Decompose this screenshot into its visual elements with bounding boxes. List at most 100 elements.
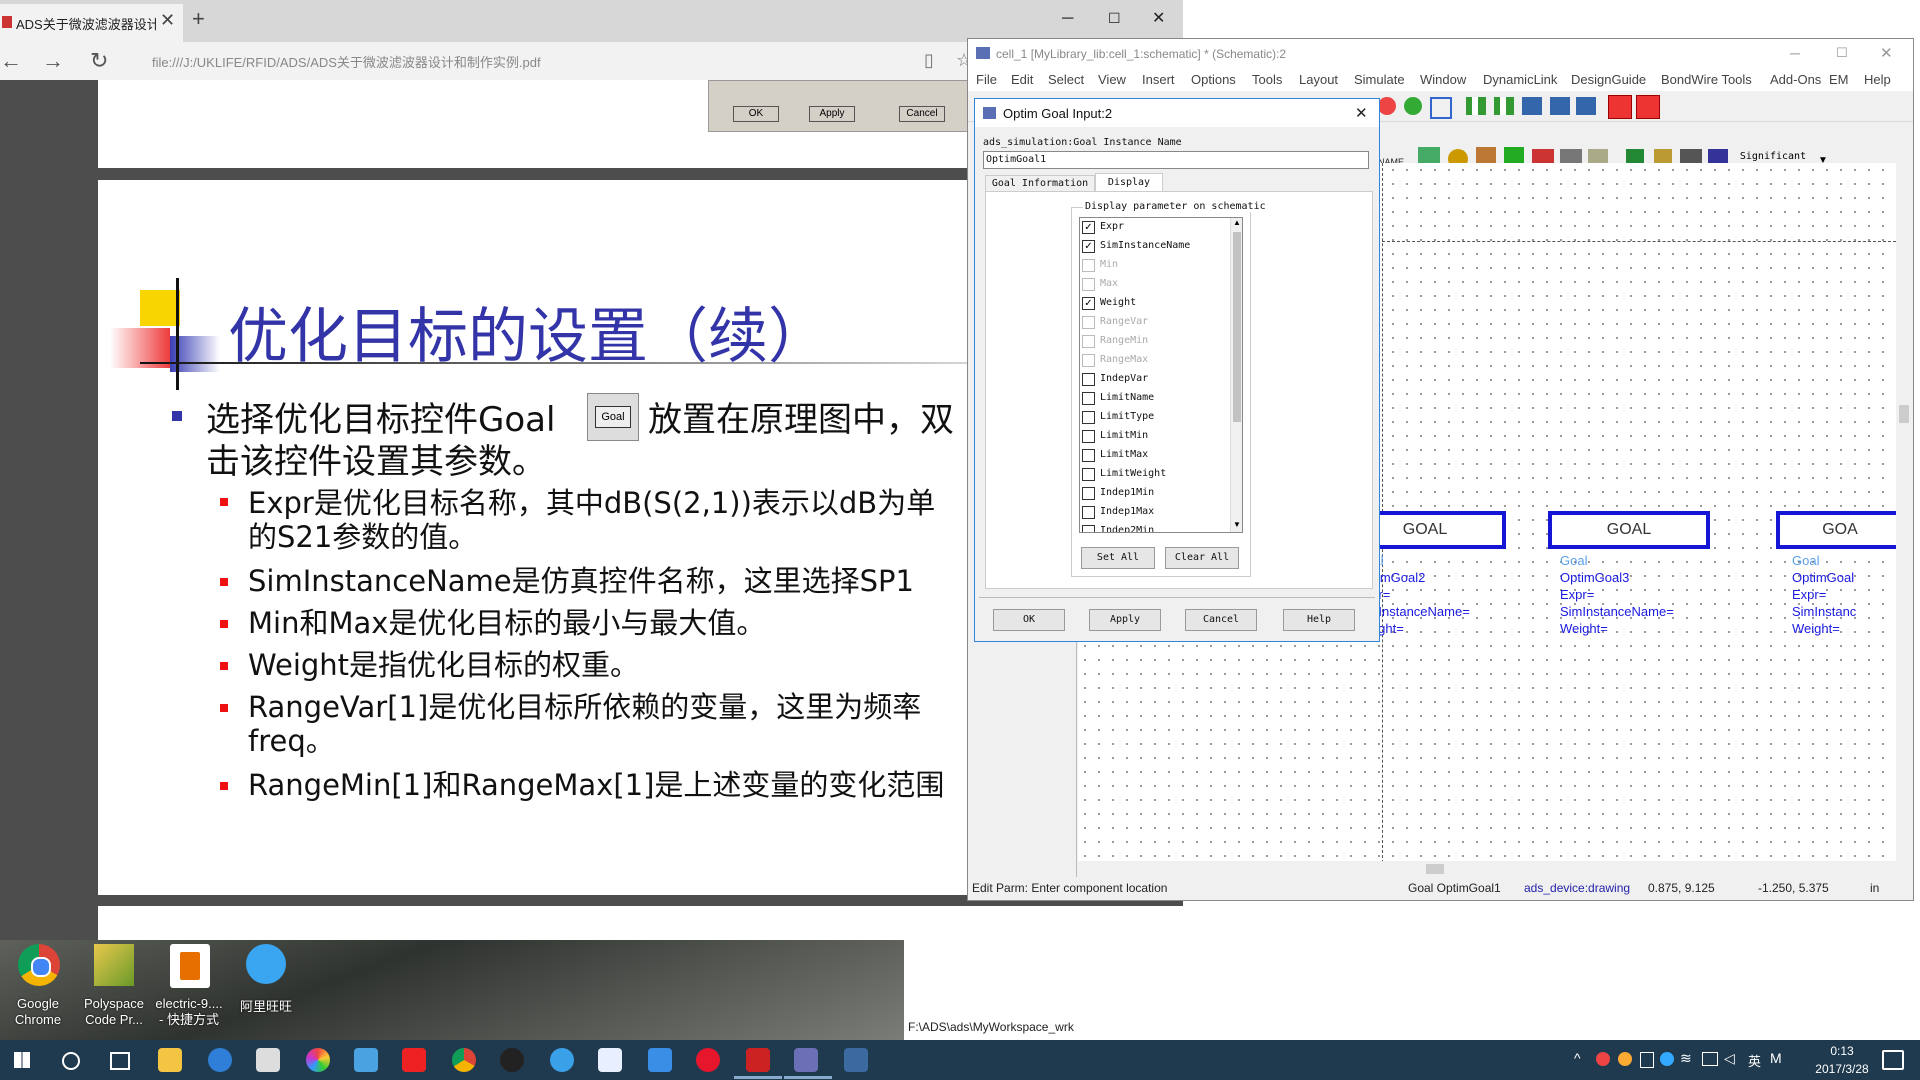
tune-icon[interactable] <box>1404 97 1422 115</box>
close-window-icon[interactable]: ✕ <box>1152 8 1165 28</box>
rotate-icon[interactable] <box>1576 97 1596 115</box>
calc-taskbar-icon[interactable] <box>844 1048 868 1072</box>
param-checkbox[interactable] <box>1082 411 1095 424</box>
instance-name-field[interactable]: OptimGoal1 <box>983 151 1369 169</box>
menu-help[interactable]: Help <box>1864 72 1891 87</box>
scroll-thumb[interactable] <box>1233 232 1241 422</box>
param-checkbox[interactable] <box>1082 468 1095 481</box>
back-icon[interactable]: ← <box>0 48 22 74</box>
close-window-icon[interactable]: ✕ <box>1880 44 1893 62</box>
menu-em[interactable]: EM <box>1829 72 1849 87</box>
refresh-icon[interactable]: ↻ <box>90 48 108 74</box>
param-row[interactable]: LimitWeight <box>1082 467 1228 483</box>
short-icon[interactable] <box>1636 95 1660 119</box>
menu-designguide[interactable]: DesignGuide <box>1571 72 1646 87</box>
tray-app-icon[interactable] <box>1660 1052 1674 1066</box>
param-row[interactable]: ✓ Expr <box>1082 220 1228 236</box>
weibo-icon[interactable] <box>696 1048 720 1072</box>
menu-select[interactable]: Select <box>1048 72 1084 87</box>
reading-view-icon[interactable]: ▯ <box>924 50 934 71</box>
param-row[interactable]: LimitMax <box>1082 448 1228 464</box>
chrome-taskbar-icon[interactable] <box>452 1048 476 1072</box>
menu-tools[interactable]: Tools <box>1252 72 1282 87</box>
menu-file[interactable]: File <box>976 72 997 87</box>
param-listbox[interactable]: ▲ ▼ ✓ Expr ✓ SimInstanceName Min Max ✓ Weight Ra… <box>1079 217 1243 533</box>
forward-icon[interactable]: → <box>42 48 64 74</box>
mirror-icon[interactable] <box>1550 97 1570 115</box>
horizontal-scrollbar[interactable] <box>1078 861 1896 877</box>
new-tab-icon[interactable]: + <box>192 6 205 32</box>
listbox-scrollbar[interactable]: ▲ ▼ <box>1230 218 1242 532</box>
desktop-icon-electric[interactable]: electric-9.... - 快捷方式 <box>154 944 224 1028</box>
param-row[interactable]: ✓ Weight <box>1082 296 1228 312</box>
param-row[interactable]: LimitMin <box>1082 429 1228 445</box>
param-checkbox[interactable]: ✓ <box>1082 297 1095 310</box>
swap-icon[interactable] <box>1522 97 1542 115</box>
clock-time[interactable]: 0:13 <box>1812 1044 1872 1058</box>
baidu-cloud-icon[interactable] <box>648 1048 672 1072</box>
help-button[interactable]: Help <box>1283 609 1355 631</box>
vertical-scrollbar[interactable] <box>1896 163 1912 877</box>
param-checkbox[interactable] <box>1082 525 1095 532</box>
windows-start-icon[interactable] <box>14 1052 30 1068</box>
notification-icon[interactable] <box>1882 1050 1904 1070</box>
menu-edit[interactable]: Edit <box>1011 72 1033 87</box>
sim-icon[interactable] <box>1378 97 1396 115</box>
minimize-icon[interactable]: ─ <box>1062 10 1073 28</box>
schematic-taskbar-icon[interactable] <box>794 1048 818 1072</box>
param-row[interactable]: LimitName <box>1082 391 1228 407</box>
param-checkbox[interactable] <box>1082 373 1095 386</box>
ie-icon[interactable] <box>550 1048 574 1072</box>
store-icon[interactable] <box>256 1048 280 1072</box>
volume-icon[interactable]: ◁ <box>1724 1050 1735 1067</box>
close-tab-icon[interactable]: ✕ <box>160 10 175 31</box>
param-checkbox[interactable]: ✓ <box>1082 221 1095 234</box>
apply-button[interactable]: Apply <box>1089 609 1161 631</box>
param-row[interactable]: LimitType <box>1082 410 1228 426</box>
feedback-icon[interactable] <box>598 1048 622 1072</box>
ime-mode-icon[interactable]: M <box>1770 1050 1782 1066</box>
menu-dynamiclink[interactable]: DynamicLink <box>1483 72 1557 87</box>
menu-view[interactable]: View <box>1098 72 1126 87</box>
menu-add-ons[interactable]: Add-Ons <box>1770 72 1821 87</box>
cancel-button[interactable]: Cancel <box>1185 609 1257 631</box>
ok-button[interactable]: OK <box>993 609 1065 631</box>
minimize-icon[interactable]: ─ <box>1790 45 1800 61</box>
chevron-down-icon[interactable]: ▼ <box>1233 520 1241 529</box>
menu-options[interactable]: Options <box>1191 72 1236 87</box>
wifi-icon[interactable]: ≋ <box>1680 1050 1692 1067</box>
param-checkbox[interactable] <box>1082 506 1095 519</box>
param-row[interactable]: ✓ SimInstanceName <box>1082 239 1228 255</box>
menu-insert[interactable]: Insert <box>1142 72 1175 87</box>
menu-simulate[interactable]: Simulate <box>1354 72 1405 87</box>
network-icon[interactable] <box>1702 1052 1718 1066</box>
browser-tab[interactable]: ADS关于微波滤波器设计 ✕ <box>0 4 183 42</box>
maximize-icon[interactable]: ☐ <box>1836 45 1848 61</box>
clock-date[interactable]: 2017/3/28 <box>1800 1062 1884 1076</box>
menu-layout[interactable]: Layout <box>1299 72 1338 87</box>
tray-app-icon[interactable] <box>1596 1052 1610 1066</box>
tab-display[interactable]: Display <box>1095 173 1163 192</box>
deactivate-icon[interactable] <box>1608 95 1632 119</box>
chevron-up-icon[interactable]: ▲ <box>1233 218 1241 227</box>
scroll-thumb[interactable] <box>1899 405 1909 423</box>
cloud-icon[interactable] <box>354 1048 378 1072</box>
maximize-icon[interactable]: ☐ <box>1108 10 1121 27</box>
show-hidden-icons-icon[interactable]: ^ <box>1574 1050 1581 1066</box>
align-left-icon[interactable] <box>1466 97 1486 115</box>
picasa-icon[interactable] <box>306 1048 330 1072</box>
ads-taskbar-icon[interactable] <box>746 1048 770 1072</box>
align-right-icon[interactable] <box>1494 97 1514 115</box>
edge-icon[interactable] <box>208 1048 232 1072</box>
scroll-thumb[interactable] <box>1426 864 1444 874</box>
param-checkbox[interactable] <box>1082 430 1095 443</box>
desktop-icon-chrome[interactable]: Google Chrome <box>6 944 70 1028</box>
param-checkbox[interactable] <box>1082 487 1095 500</box>
desktop-icon-polyspace[interactable]: Polyspace Code Pr... <box>80 944 148 1028</box>
param-checkbox[interactable]: ✓ <box>1082 240 1095 253</box>
set-all-button[interactable]: Set All <box>1081 547 1155 569</box>
param-row[interactable]: Indep1Min <box>1082 486 1228 502</box>
node-icon[interactable] <box>1430 97 1452 119</box>
ime-indicator[interactable]: 英 <box>1748 1051 1761 1070</box>
goal-component-box[interactable]: GOA <box>1776 511 1900 549</box>
